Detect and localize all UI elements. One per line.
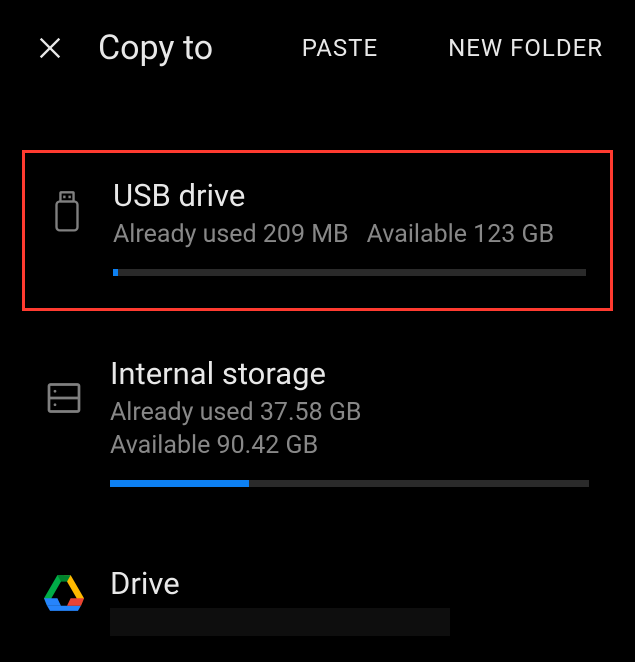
- storage-drive-row[interactable]: Drive: [34, 557, 593, 644]
- storage-usb-body: USB drive Already used 209 MB Available …: [113, 177, 586, 276]
- new-folder-button[interactable]: NEW FOLDER: [448, 34, 603, 62]
- storage-usb-progress-fill: [113, 269, 118, 276]
- storage-icon: [38, 355, 90, 419]
- header: Copy to PASTE NEW FOLDER: [0, 0, 635, 96]
- storage-internal-body: Internal storage Already used 37.58 GB A…: [110, 355, 589, 487]
- storage-usb-row[interactable]: USB drive Already used 209 MB Available …: [37, 169, 590, 284]
- storage-usb-used: Already used 209 MB: [113, 220, 349, 249]
- storage-internal-section: Internal storage Already used 37.58 GB A…: [34, 339, 593, 513]
- storage-internal-progress: [110, 480, 589, 487]
- storage-drive-account-redacted: [110, 608, 450, 636]
- storage-internal-used: Already used 37.58 GB: [110, 398, 589, 427]
- storage-internal-progress-fill: [110, 480, 249, 487]
- storage-usb-progress: [113, 269, 586, 276]
- storage-internal-title: Internal storage: [110, 355, 589, 392]
- paste-button[interactable]: PASTE: [302, 34, 378, 62]
- highlight-box-usb: USB drive Already used 209 MB Available …: [22, 150, 613, 311]
- usb-icon: [41, 177, 93, 233]
- google-drive-icon: [38, 565, 90, 613]
- storage-drive-body: Drive: [110, 565, 589, 636]
- close-icon[interactable]: [36, 34, 64, 62]
- storage-usb-avail: Available 123 GB: [367, 220, 555, 249]
- page-title: Copy to: [98, 28, 213, 68]
- storage-drive-section: Drive: [34, 549, 593, 662]
- storage-usb-title: USB drive: [113, 177, 586, 214]
- storage-internal-row[interactable]: Internal storage Already used 37.58 GB A…: [34, 347, 593, 495]
- storage-drive-title: Drive: [110, 565, 589, 602]
- storage-internal-avail: Available 90.42 GB: [110, 431, 589, 460]
